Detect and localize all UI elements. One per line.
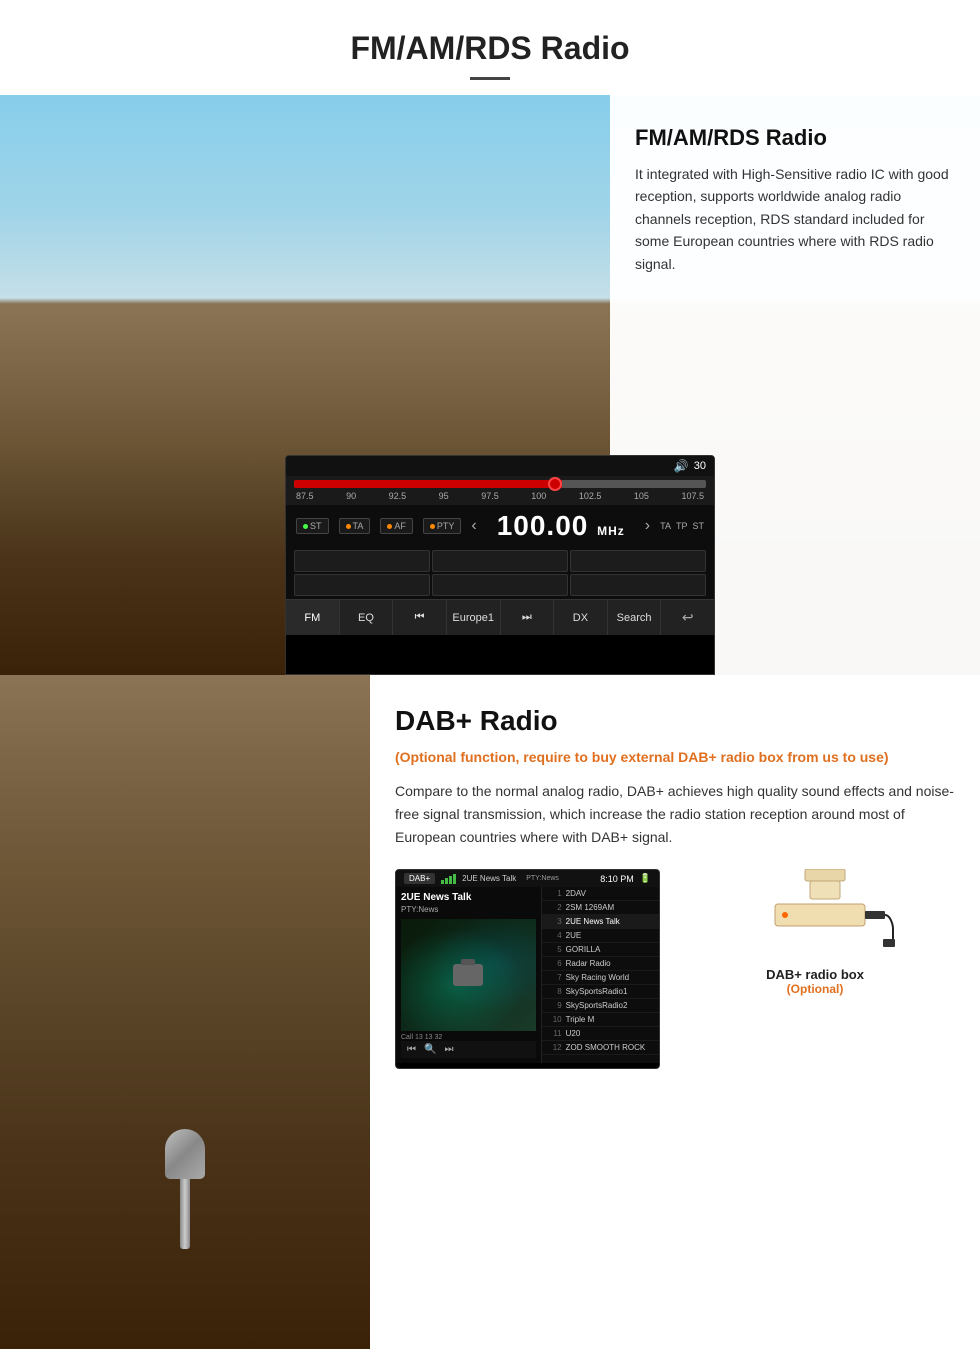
station-item[interactable]: 42UE [542, 929, 659, 943]
radio-controls-row: ST TA AF PTY ‹ 100.00 MHz › TA TP ST [286, 505, 714, 547]
dab-content: 2UE News Talk PTY:News Call 13 13 32 ⏮ 🔍… [396, 887, 659, 1063]
dab-call-info: Call 13 13 32 [401, 1034, 536, 1041]
radio-tags: TA TP ST [660, 521, 704, 531]
dab-top-bar: DAB+ 2UE News Talk PTY:News 8:10 PM 🔋 [396, 870, 659, 887]
pty-button[interactable]: PTY [423, 518, 462, 534]
fm-section-desc: It integrated with High-Sensitive radio … [635, 163, 955, 275]
station-item[interactable]: 22SM 1269AM [542, 901, 659, 915]
station-item[interactable]: 11U20 [542, 1027, 659, 1041]
dab-station-top: 2UE News Talk [462, 874, 516, 883]
dab-section-title: DAB+ Radio [395, 705, 955, 737]
freq-slider-thumb[interactable] [548, 477, 562, 491]
af-button[interactable]: AF [380, 518, 413, 534]
dab-playback-bar: ⏮ 🔍 ⏭ [401, 1041, 536, 1058]
page-header: FM/AM/RDS Radio [0, 0, 980, 95]
battery-icon: 🔋 [640, 873, 651, 884]
next-track-button[interactable]: ⏭ [501, 600, 555, 635]
station-item[interactable]: 6Radar Radio [542, 957, 659, 971]
freq-prev-button[interactable]: ‹ [471, 517, 476, 535]
preset-6[interactable] [570, 574, 706, 596]
frequency-unit: MHz [597, 524, 625, 538]
preset-3[interactable] [570, 550, 706, 572]
dab-time: 8:10 PM [600, 874, 634, 884]
dab-visual [401, 919, 536, 1031]
signal-bars [441, 874, 456, 884]
dab-box-visual [755, 869, 875, 959]
freq-slider-track[interactable] [294, 480, 706, 488]
gear-shaft [180, 1179, 190, 1249]
volume-icon: 🔊 [674, 459, 689, 473]
dab-left-panel: 2UE News Talk PTY:News Call 13 13 32 ⏮ 🔍… [396, 887, 541, 1063]
europe1-button[interactable]: Europe1 [447, 600, 501, 635]
dab-screenshots-row: DAB+ 2UE News Talk PTY:News 8:10 PM 🔋 [395, 869, 955, 1069]
dab-box-optional: (Optional) [787, 982, 844, 996]
preset-4[interactable] [294, 574, 430, 596]
dab-search-button[interactable]: 🔍 [424, 1044, 436, 1055]
signal-bar-1 [441, 880, 444, 884]
dab-right-panel: 12DAV 22SM 1269AM 32UE News Talk 42UE 5G… [541, 887, 659, 1063]
station-item[interactable]: 12DAV [542, 887, 659, 901]
station-item[interactable]: 10Triple M [542, 1013, 659, 1027]
radio-top-bar: 🔊 30 [286, 456, 714, 476]
station-item[interactable]: 9SkySportsRadio2 [542, 999, 659, 1013]
signal-bar-2 [445, 878, 448, 884]
gear-shift-visual [155, 1129, 215, 1249]
dab-pty: PTY:News [401, 905, 536, 914]
volume-value: 30 [694, 460, 706, 472]
search-button[interactable]: Search [608, 600, 662, 635]
station-item[interactable]: 8SkySportsRadio1 [542, 985, 659, 999]
fm-section-title: FM/AM/RDS Radio [635, 125, 955, 151]
preset-5[interactable] [432, 574, 568, 596]
back-button[interactable]: ↩ [661, 600, 714, 635]
signal-bar-4 [453, 874, 456, 884]
station-item-active[interactable]: 32UE News Talk [542, 915, 659, 929]
dab-label: DAB+ [404, 873, 435, 884]
ta-button[interactable]: TA [339, 518, 371, 534]
dab-optional-text: (Optional function, require to buy exter… [395, 747, 955, 768]
hero-section: FM/AM/RDS Radio It integrated with High-… [0, 95, 980, 675]
dab-ui-screenshot: DAB+ 2UE News Talk PTY:News 8:10 PM 🔋 [395, 869, 660, 1069]
camera-icon [453, 964, 483, 986]
preset-2[interactable] [432, 550, 568, 572]
dab-station-name: 2UE News Talk [401, 892, 536, 903]
dab-pty-top: PTY:News [526, 875, 559, 882]
dab-next-button[interactable]: ⏭ [444, 1044, 453, 1055]
dab-prev-button[interactable]: ⏮ [407, 1044, 416, 1055]
station-item[interactable]: 7Sky Racing World [542, 971, 659, 985]
lower-left-bg [0, 675, 370, 1349]
dab-station-list: 12DAV 22SM 1269AM 32UE News Talk 42UE 5G… [542, 887, 659, 1055]
radio-bottom-bar: FM EQ ⏮ Europe1 ⏭ DX Search ↩ [286, 599, 714, 635]
preset-1[interactable] [294, 550, 430, 572]
frequency-display: 100.00 MHz [487, 510, 635, 542]
freq-next-button[interactable]: › [645, 517, 650, 535]
st-button[interactable]: ST [296, 518, 329, 534]
eq-button[interactable]: EQ [340, 600, 394, 635]
dab-info-panel: DAB+ Radio (Optional function, require t… [370, 675, 980, 1349]
page-title: FM/AM/RDS Radio [20, 30, 960, 67]
signal-bar-3 [449, 876, 452, 884]
freq-labels: 87.5 90 92.5 95 97.5 100 102.5 105 107.5 [294, 491, 706, 501]
dab-box-svg [755, 869, 895, 969]
station-item[interactable]: 5GORILLA [542, 943, 659, 957]
fm-button[interactable]: FM [286, 600, 340, 635]
radio-ui-screenshot: 🔊 30 87.5 90 92.5 95 97.5 100 102.5 105 … [285, 455, 715, 675]
dab-box-label: DAB+ radio box [766, 967, 864, 982]
station-item[interactable]: 12ZOD SMOOTH ROCK [542, 1041, 659, 1055]
prev-track-button[interactable]: ⏮ [393, 600, 447, 635]
lower-section: DAB+ Radio (Optional function, require t… [0, 675, 980, 1349]
dab-section-desc: Compare to the normal analog radio, DAB+… [395, 780, 955, 849]
dab-box-container: DAB+ radio box (Optional) [675, 869, 955, 996]
preset-grid [286, 547, 714, 599]
gear-knob [165, 1129, 205, 1179]
dx-button[interactable]: DX [554, 600, 608, 635]
title-divider [470, 77, 510, 80]
frequency-bar-container: 87.5 90 92.5 95 97.5 100 102.5 105 107.5 [286, 476, 714, 505]
